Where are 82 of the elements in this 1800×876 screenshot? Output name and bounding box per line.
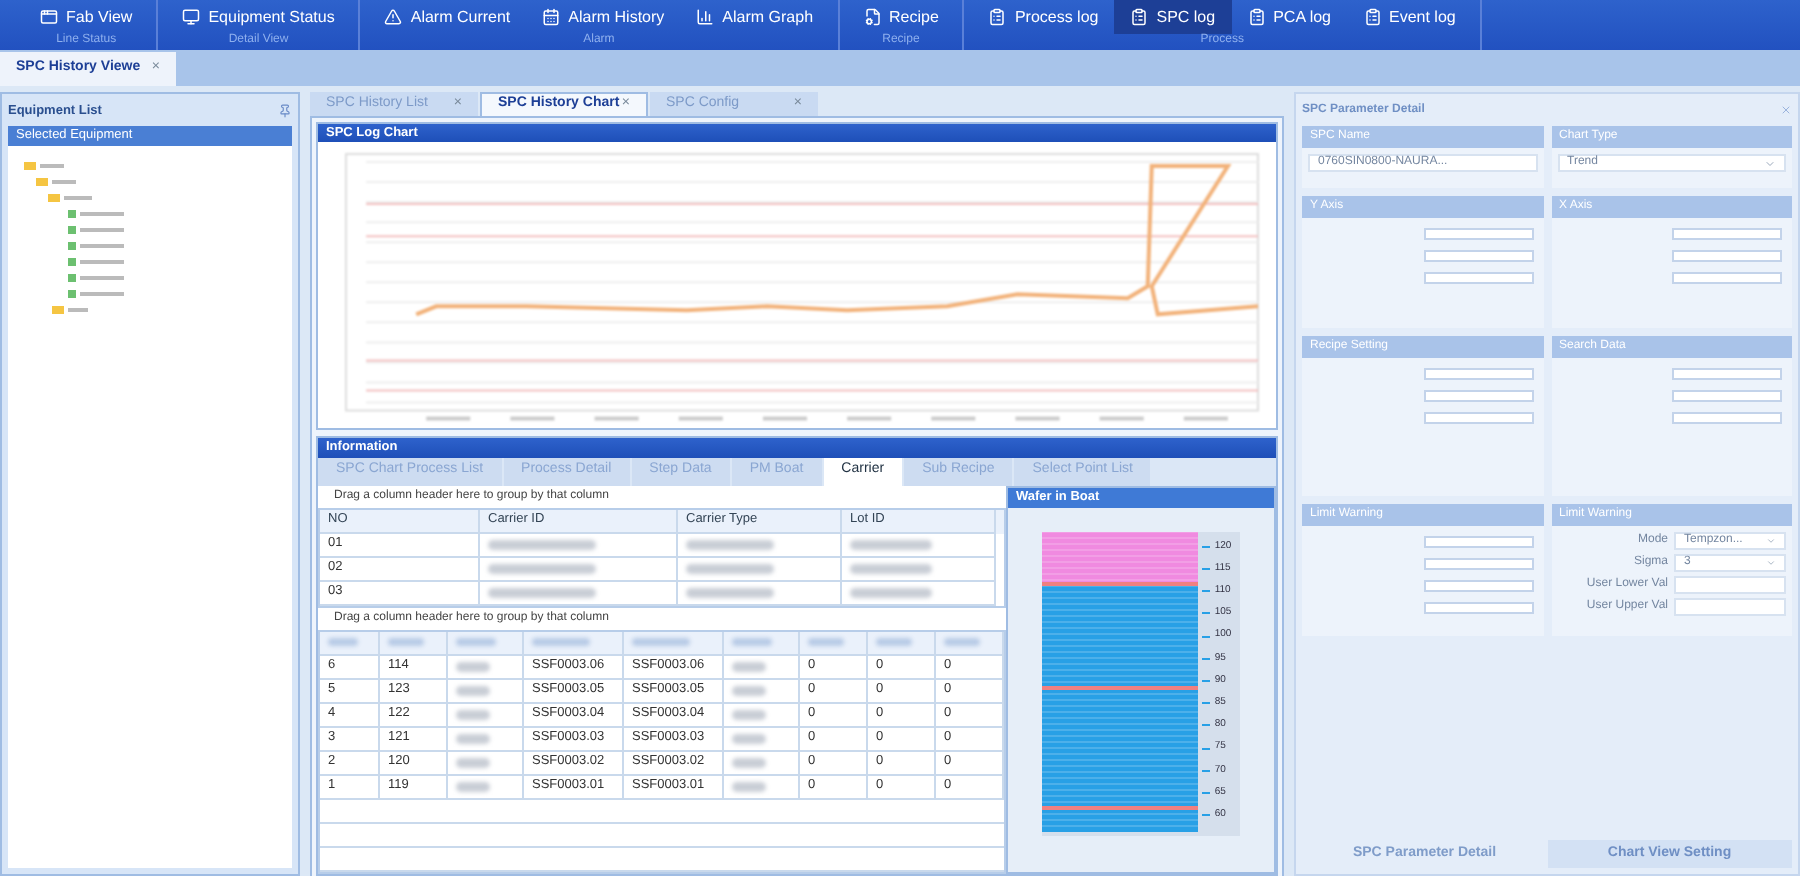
toolbar-button[interactable]: Recipe [847,0,955,34]
blurred-field [1423,390,1533,402]
tick-mark [1202,814,1211,817]
calendar-icon [542,8,561,26]
blurred-text [732,661,767,671]
warning-icon [384,8,403,26]
tick-mark [1202,657,1211,660]
blurred-text [456,781,491,791]
blurred-field [1672,412,1782,424]
blurred-text [488,539,596,549]
blurred-text [456,733,491,743]
blurred-field [1423,412,1533,424]
toolbar-button[interactable]: PCA log [1231,0,1347,34]
blurred-text [732,685,767,695]
toolbar-button[interactable]: SPC log [1114,0,1232,34]
input-field[interactable] [1674,576,1786,594]
blurred-field [1423,228,1533,240]
blurred-field [1423,250,1533,262]
chevron-down-icon [1764,157,1776,169]
blurred-text [732,757,767,767]
blurred-header [732,638,773,646]
window-icon [40,8,58,26]
toolbar-button[interactable]: Alarm History [526,0,681,34]
blurred-field [1423,580,1533,592]
blurred-field [1672,250,1782,262]
blurred-field [1423,272,1533,284]
close-icon[interactable] [1780,104,1792,116]
blurred-text [850,539,932,549]
blurred-header [632,638,690,646]
blurred-text [456,685,491,695]
blurred-header [328,638,358,646]
blurred-field [1672,272,1782,284]
toolbar-button[interactable]: Alarm Graph [680,0,830,34]
blurred-text [850,587,932,597]
blurred-header [532,638,590,646]
blurred-text [456,757,491,767]
blurred-header [388,638,423,646]
blurred-header [808,638,843,646]
toolbar-button[interactable]: Equipment Status [166,0,351,34]
tick-mark [1202,769,1211,772]
chart-icon [696,8,715,26]
clipboard-icon [1363,8,1381,26]
toolbar-button[interactable]: Fab View [24,0,149,34]
tick-mark [1202,567,1211,570]
blurred-field [1423,368,1533,380]
tick-mark [1202,545,1211,548]
clipboard-icon [1247,8,1266,26]
blurred-field [1423,536,1533,548]
blurred-header [944,638,979,646]
blurred-text [686,587,774,597]
tick-mark [1202,679,1211,682]
blurred-text [732,733,767,743]
blurred-text [732,781,767,791]
blurred-text [732,709,767,719]
blurred-text [488,587,596,597]
blurred-field [1423,558,1533,570]
blurred-text [850,563,932,573]
toolbar-button[interactable]: Process log [972,0,1115,34]
document-icon [863,8,882,26]
blurred-field [1672,228,1782,240]
chevron-down-icon [1766,536,1776,546]
blurred-field [1423,602,1533,614]
toolbar-button[interactable]: Event log [1347,0,1472,34]
chevron-down-icon [1766,558,1776,568]
blurred-field [1672,368,1782,380]
tick-mark [1202,791,1211,794]
blurred-field [1672,390,1782,402]
clipboard-icon [1130,8,1149,26]
tick-mark [1202,590,1211,593]
toolbar-button[interactable]: Alarm Current [368,0,527,34]
blurred-text [456,709,491,719]
blurred-text [686,539,774,549]
tick-mark [1202,702,1211,705]
pin-icon[interactable] [278,104,292,118]
clipboard-icon [988,8,1007,26]
blurred-header [876,638,911,646]
blurred-text [686,563,774,573]
input-field[interactable] [1674,598,1786,616]
monitor-icon [182,8,201,26]
blurred-text [456,661,491,671]
blurred-text [488,563,596,573]
blurred-header [456,638,497,646]
